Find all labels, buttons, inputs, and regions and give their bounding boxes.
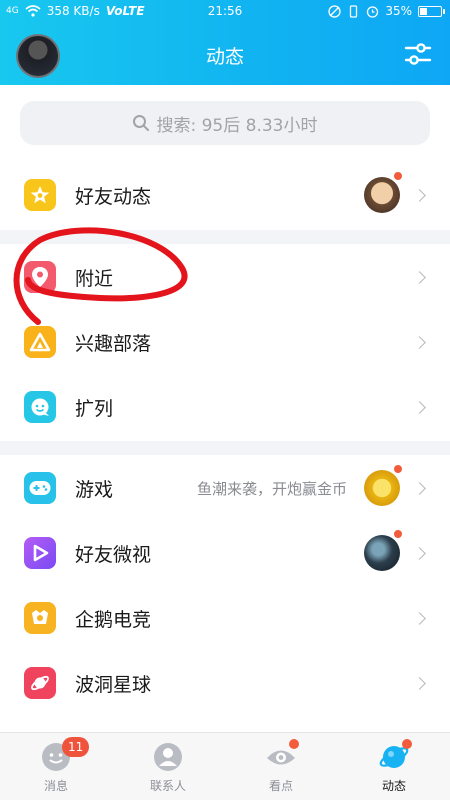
menu-item-interest-tribe[interactable]: 兴趣部落 bbox=[0, 310, 450, 374]
section-divider bbox=[0, 230, 450, 244]
section-divider bbox=[0, 441, 450, 455]
tribe-triangle-icon bbox=[24, 326, 56, 358]
chevron-right-icon bbox=[413, 400, 426, 414]
notification-dot bbox=[289, 739, 299, 749]
message-icon: 11 bbox=[40, 737, 90, 773]
menu-item-label: 波洞星球 bbox=[75, 673, 152, 696]
header-bar: 4G 358 KB/s VoLTE 21:56 35% 动态 bbox=[0, 0, 450, 85]
menu-item-bodong-planet[interactable]: 波洞星球 bbox=[0, 651, 450, 715]
planet-icon bbox=[24, 667, 56, 699]
menu-item-friend-feed[interactable]: 好友动态 bbox=[0, 163, 450, 227]
bottom-tab-bar: 11 消息 联系人 看点 动态 bbox=[0, 732, 450, 800]
menu-item-penguin-esports[interactable]: 企鹅电竞 bbox=[0, 586, 450, 650]
star-icon bbox=[24, 179, 56, 211]
menu-item-label: 附近 bbox=[75, 267, 114, 290]
chevron-right-icon bbox=[413, 611, 426, 625]
notification-dot bbox=[393, 171, 403, 181]
search-section: 搜索: 95后 8.33小时 bbox=[0, 85, 450, 163]
video-thumbnail bbox=[364, 535, 400, 571]
menu-item-label: 游戏 bbox=[75, 478, 114, 501]
location-pin-icon bbox=[24, 261, 56, 293]
chevron-right-icon bbox=[413, 188, 426, 202]
mute-icon bbox=[328, 4, 341, 18]
search-icon bbox=[133, 115, 150, 131]
gamepad-icon bbox=[24, 472, 56, 504]
battery-icon bbox=[418, 5, 445, 17]
games-promo-text: 鱼潮来袭，开炮赢金币 bbox=[196, 479, 347, 498]
chevron-right-icon bbox=[413, 546, 426, 560]
eye-icon bbox=[265, 739, 299, 773]
menu-item-label: 扩列 bbox=[75, 397, 114, 420]
tab-kandian[interactable]: 看点 bbox=[241, 739, 321, 794]
battery-percent: 35% bbox=[385, 4, 412, 18]
tab-label: 消息 bbox=[43, 779, 68, 793]
play-icon bbox=[24, 537, 56, 569]
menu-item-label: 好友微视 bbox=[75, 543, 152, 566]
tab-label: 看点 bbox=[268, 779, 293, 793]
vibrate-icon bbox=[350, 4, 358, 18]
tab-messages[interactable]: 11 消息 bbox=[16, 737, 96, 794]
unread-badge: 11 bbox=[62, 737, 90, 757]
chevron-right-icon bbox=[413, 335, 426, 349]
chat-smile-icon bbox=[24, 391, 56, 423]
page-title: 动态 bbox=[205, 46, 244, 68]
status-bar: 4G 358 KB/s VoLTE 21:56 35% bbox=[0, 0, 450, 24]
tab-label: 联系人 bbox=[149, 779, 186, 793]
notification-dot bbox=[402, 739, 412, 749]
friend-avatar-thumbnail bbox=[364, 177, 400, 213]
tab-label: 动态 bbox=[381, 779, 406, 793]
planet-tab-icon bbox=[378, 739, 412, 773]
sliders-icon[interactable] bbox=[404, 40, 432, 68]
tab-contacts[interactable]: 联系人 bbox=[128, 741, 208, 794]
tab-dynamics[interactable]: 动态 bbox=[354, 739, 434, 794]
contacts-icon bbox=[152, 741, 184, 773]
chevron-right-icon bbox=[413, 481, 426, 495]
penguin-esports-icon bbox=[24, 602, 56, 634]
menu-item-expand-list[interactable]: 扩列 bbox=[0, 375, 450, 439]
notification-dot bbox=[393, 464, 403, 474]
menu-item-nearby[interactable]: 附近 bbox=[0, 245, 450, 309]
gold-coin-thumbnail bbox=[364, 470, 400, 506]
menu-item-label: 兴趣部落 bbox=[75, 332, 152, 355]
menu-item-label: 企鹅电竞 bbox=[75, 608, 152, 631]
menu-item-label: 好友动态 bbox=[75, 185, 152, 208]
notification-dot bbox=[393, 529, 403, 539]
search-placeholder: 搜索: 95后 8.33小时 bbox=[156, 115, 318, 136]
menu-item-games[interactable]: 游戏 鱼潮来袭，开炮赢金币 bbox=[0, 456, 450, 520]
chevron-right-icon bbox=[413, 270, 426, 284]
search-bar[interactable]: 搜索: 95后 8.33小时 bbox=[20, 101, 430, 145]
chevron-right-icon bbox=[413, 676, 426, 690]
menu-item-friend-weishi[interactable]: 好友微视 bbox=[0, 521, 450, 585]
alarm-icon bbox=[367, 5, 379, 18]
